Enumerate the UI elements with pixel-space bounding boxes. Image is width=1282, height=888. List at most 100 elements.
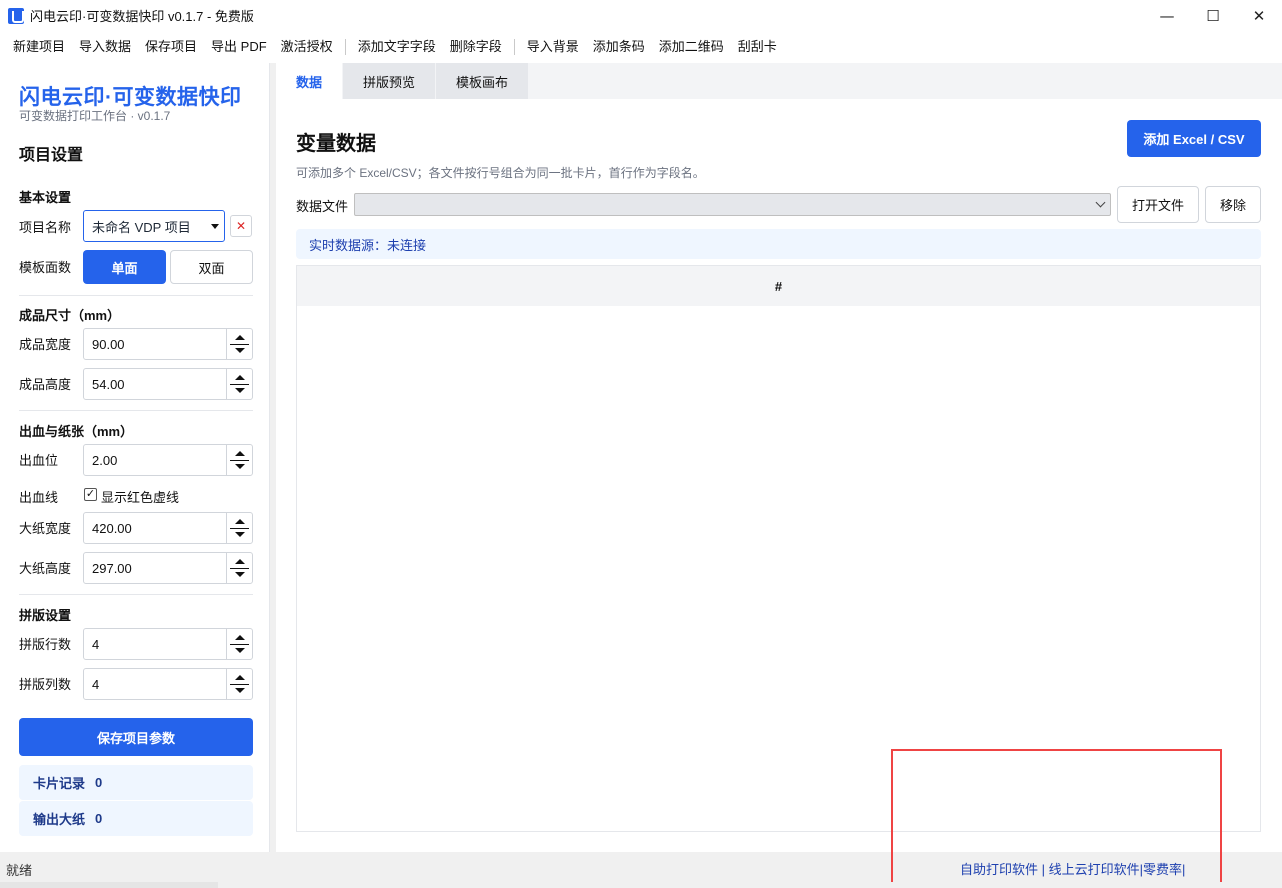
tab-data[interactable]: 数据	[276, 63, 344, 99]
menu-add-text-field[interactable]: 添加文字字段	[351, 31, 443, 63]
spin-arrows[interactable]	[226, 513, 252, 543]
bleed-label: 出血位	[19, 453, 59, 468]
app-logo-icon	[8, 7, 24, 24]
bleed-line-label: 出血线	[19, 490, 59, 505]
spin-up-icon[interactable]	[235, 375, 245, 380]
menu-delete-field[interactable]: 删除字段	[443, 31, 509, 63]
output-sheets-stat: 输出大纸 0	[19, 801, 253, 836]
section-title: 项目设置	[19, 147, 84, 164]
spin-arrows[interactable]	[226, 553, 252, 583]
table-header-index[interactable]: #	[297, 266, 1260, 306]
spin-up-icon[interactable]	[235, 559, 245, 564]
chevron-down-icon	[211, 224, 219, 229]
finished-width-label: 成品宽度	[19, 337, 72, 352]
finished-height-value: 54.00	[92, 376, 125, 392]
imposition-rows-spinbox[interactable]: 4	[83, 628, 253, 660]
spin-arrows[interactable]	[226, 445, 252, 475]
menu-add-barcode[interactable]: 添加条码	[586, 31, 652, 63]
bleed-paper-heading: 出血与纸张（mm）	[19, 424, 134, 439]
show-red-dashed-checkbox[interactable]: ✓	[84, 488, 97, 501]
close-button[interactable]: ✕	[1236, 0, 1282, 31]
title-bar: 闪电云印·可变数据快印 v0.1.7 - 免费版 — ☐ ✕	[0, 0, 1282, 31]
menu-add-qrcode[interactable]: 添加二维码	[652, 31, 731, 63]
menu-import-background[interactable]: 导入背景	[520, 31, 586, 63]
stat-value: 0	[95, 775, 103, 790]
save-project-params-button[interactable]: 保存项目参数	[19, 718, 253, 756]
spin-down-icon[interactable]	[235, 464, 245, 469]
menu-separator	[344, 39, 346, 55]
hint-text: 可添加多个 Excel/CSV；各文件按行号组合为同一批卡片，首行作为字段名。	[296, 166, 705, 180]
card-records-stat: 卡片记录 0	[19, 765, 253, 800]
spin-up-icon[interactable]	[235, 451, 245, 456]
spin-arrows[interactable]	[226, 669, 252, 699]
spin-up-icon[interactable]	[235, 635, 245, 640]
spin-down-icon[interactable]	[235, 688, 245, 693]
sheet-height-value: 297.00	[92, 560, 132, 576]
chevron-down-icon	[1095, 197, 1106, 208]
project-name-label: 项目名称	[19, 220, 72, 235]
spin-up-icon[interactable]	[235, 335, 245, 340]
minimize-button[interactable]: —	[1144, 0, 1190, 31]
clear-project-name-button[interactable]: ✕	[230, 215, 252, 237]
show-red-dashed-label[interactable]: 显示红色虚线	[101, 487, 179, 506]
menu-separator	[513, 39, 515, 55]
tab-template-canvas[interactable]: 模板画布	[436, 63, 530, 99]
menu-scratch-card[interactable]: 刮刮卡	[731, 31, 784, 63]
main-panel: 数据 拼版预览 模板画布 变量数据 添加 Excel / CSV 可添加多个 E…	[276, 63, 1282, 852]
data-file-label: 数据文件	[296, 199, 349, 214]
sheet-height-spinbox[interactable]: 297.00	[83, 552, 253, 584]
imposition-cols-value: 4	[92, 676, 100, 692]
project-name-combo[interactable]: 未命名 VDP 项目	[83, 210, 225, 242]
sheet-height-label: 大纸高度	[19, 561, 72, 576]
divider	[19, 594, 253, 595]
spin-arrows[interactable]	[226, 369, 252, 399]
open-file-button[interactable]: 打开文件	[1117, 186, 1199, 223]
single-side-button[interactable]: 单面	[83, 250, 166, 284]
imposition-heading: 拼版设置	[19, 608, 72, 623]
sheet-width-value: 420.00	[92, 520, 132, 536]
double-side-button[interactable]: 双面	[170, 250, 253, 284]
divider	[19, 410, 253, 411]
imposition-cols-label: 拼版列数	[19, 677, 72, 692]
window-title: 闪电云印·可变数据快印 v0.1.7 - 免费版	[30, 9, 254, 24]
imposition-rows-label: 拼版行数	[19, 637, 72, 652]
finished-height-spinbox[interactable]: 54.00	[83, 368, 253, 400]
bleed-value: 2.00	[92, 452, 118, 468]
finished-height-label: 成品高度	[19, 377, 72, 392]
bleed-spinbox[interactable]: 2.00	[83, 444, 253, 476]
project-settings-sidebar: 闪电云印·可变数据快印 可变数据打印工作台 · v0.1.7 项目设置 基本设置…	[0, 63, 270, 852]
tab-bar: 数据 拼版预览 模板画布	[276, 63, 1282, 99]
spin-up-icon[interactable]	[235, 519, 245, 524]
basic-settings-heading: 基本设置	[19, 190, 72, 205]
sheet-width-spinbox[interactable]: 420.00	[83, 512, 253, 544]
stat-value: 0	[95, 811, 103, 826]
spin-arrows[interactable]	[226, 329, 252, 359]
spin-down-icon[interactable]	[235, 648, 245, 653]
spin-arrows[interactable]	[226, 629, 252, 659]
brand-subtitle: 可变数据打印工作台 · v0.1.7	[19, 109, 171, 123]
finished-width-value: 90.00	[92, 336, 125, 352]
data-file-select[interactable]	[354, 193, 1111, 216]
remove-file-button[interactable]: 移除	[1205, 186, 1261, 223]
spin-down-icon[interactable]	[235, 572, 245, 577]
maximize-button[interactable]: ☐	[1190, 0, 1236, 31]
sheet-width-label: 大纸宽度	[19, 521, 72, 536]
status-text: 就绪	[6, 863, 33, 878]
spin-down-icon[interactable]	[235, 348, 245, 353]
tab-imposition-preview[interactable]: 拼版预览	[343, 63, 437, 99]
spin-down-icon[interactable]	[235, 532, 245, 537]
add-excel-csv-button[interactable]: 添加 Excel / CSV	[1127, 120, 1261, 157]
window-controls: — ☐ ✕	[1144, 0, 1282, 31]
finished-width-spinbox[interactable]: 90.00	[83, 328, 253, 360]
spin-up-icon[interactable]	[235, 675, 245, 680]
footer-links[interactable]: 自助打印软件 | 线上云打印软件|零费率|	[960, 859, 1185, 878]
menu-import-data[interactable]: 导入数据	[72, 31, 138, 63]
imposition-cols-spinbox[interactable]: 4	[83, 668, 253, 700]
imposition-rows-value: 4	[92, 636, 100, 652]
menu-export-pdf[interactable]: 导出 PDF	[204, 31, 274, 63]
spin-down-icon[interactable]	[235, 388, 245, 393]
menu-new-project[interactable]: 新建项目	[6, 31, 72, 63]
data-table: #	[296, 265, 1261, 832]
menu-save-project[interactable]: 保存项目	[138, 31, 204, 63]
menu-activate-license[interactable]: 激活授权	[274, 31, 340, 63]
